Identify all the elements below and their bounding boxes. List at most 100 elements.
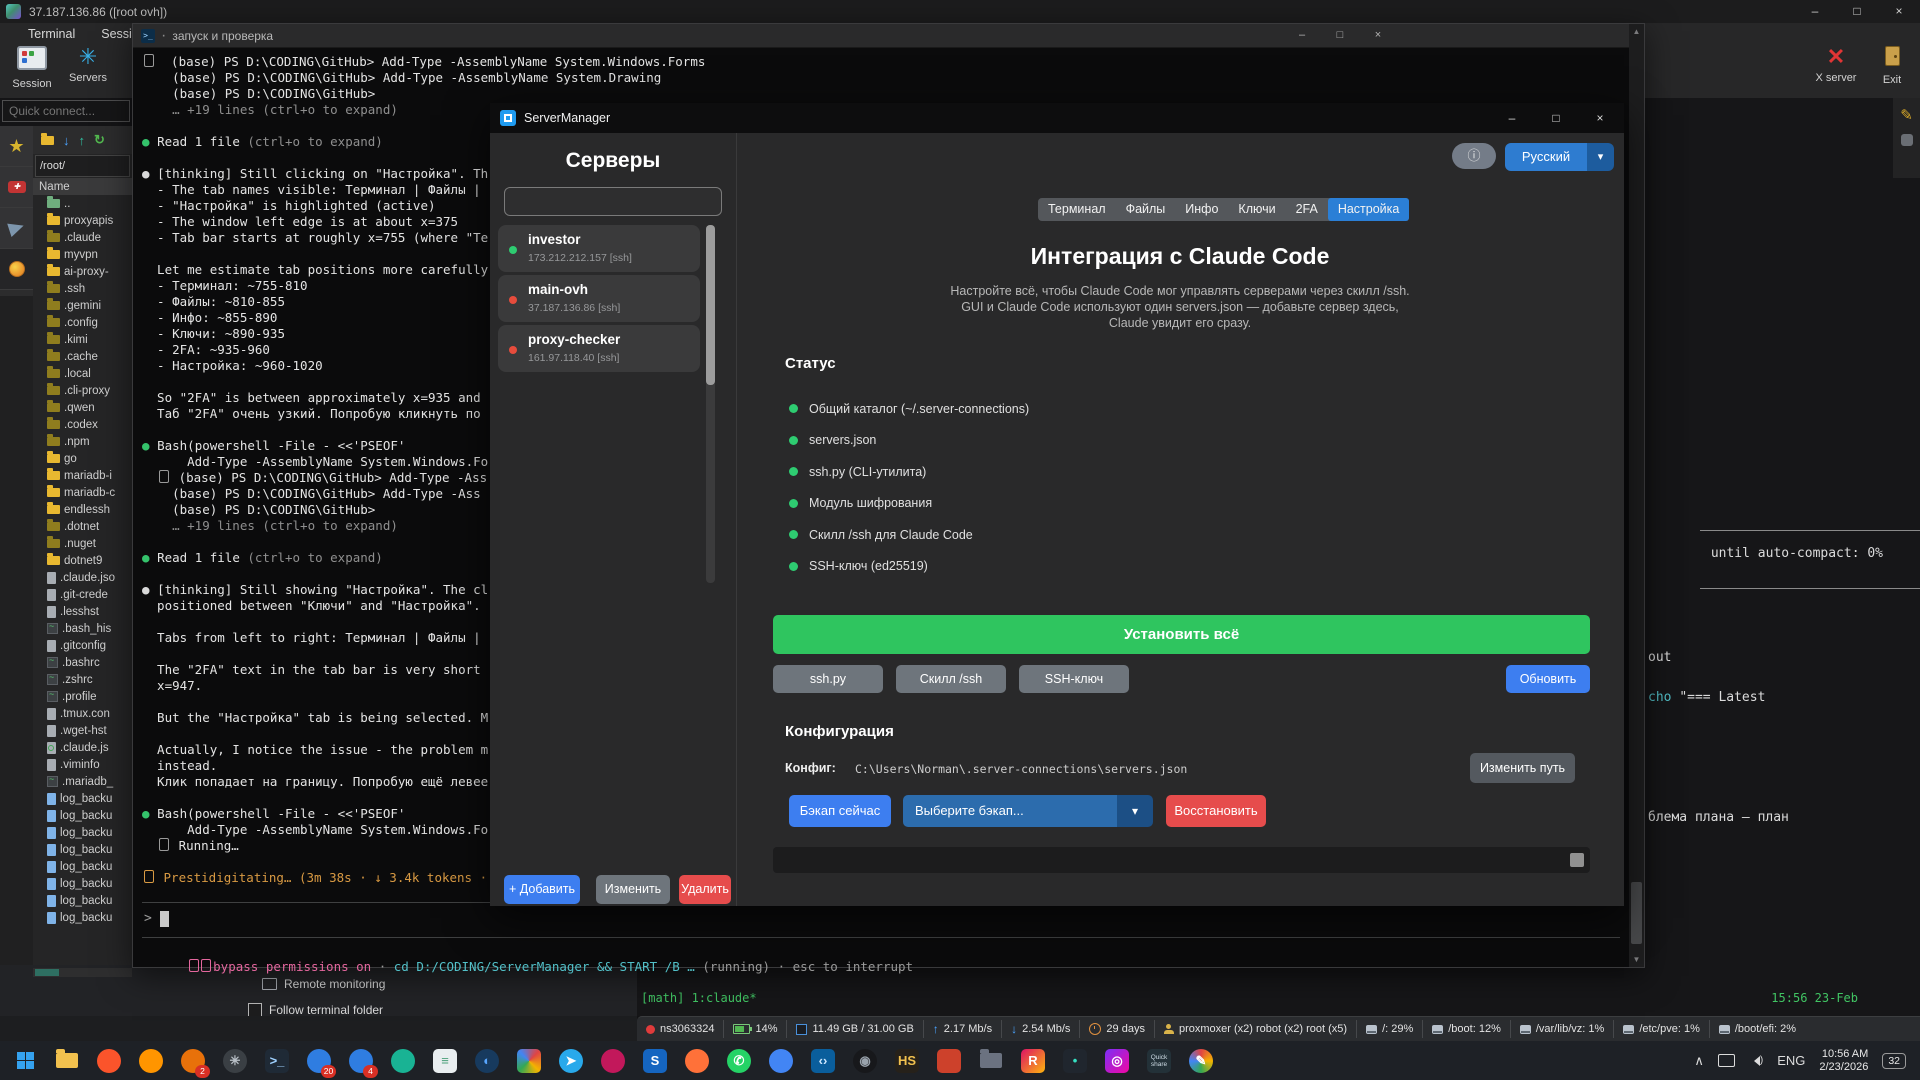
file-row[interactable]: .kimi — [33, 331, 132, 348]
install--ssh-button[interactable]: Скилл /ssh — [896, 665, 1006, 693]
terminal-scrollbar[interactable]: ▲ ▼ — [1629, 24, 1644, 967]
whatsapp-icon[interactable]: ✆ — [724, 1046, 754, 1076]
tab-ключи[interactable]: Ключи — [1228, 198, 1285, 221]
file-row[interactable]: .dotnet — [33, 518, 132, 535]
file-explorer-icon[interactable] — [52, 1046, 82, 1076]
terminal-titlebar[interactable]: >_ · запуск и проверка — [133, 24, 1644, 48]
statusbar-item[interactable]: /var/lib/vz: 1% — [1510, 1020, 1613, 1038]
browser-orange-icon[interactable]: 2 — [178, 1046, 208, 1076]
file-row[interactable]: .gemini — [33, 297, 132, 314]
minimize-icon[interactable]: – — [1490, 103, 1534, 133]
file-row[interactable]: log_backu — [33, 807, 132, 824]
statusbar-item[interactable]: 11.49 GB / 31.00 GB — [786, 1020, 922, 1038]
rider-icon[interactable]: R — [1018, 1046, 1048, 1076]
file-row[interactable]: .tmux.con — [33, 705, 132, 722]
toolbar-session-button[interactable]: Session — [6, 46, 58, 90]
notification-badge[interactable]: 32 — [1882, 1053, 1906, 1069]
file-row[interactable]: endlessh — [33, 501, 132, 518]
telegram-icon[interactable]: ➤ — [556, 1046, 586, 1076]
restore-button[interactable]: Восстановить — [1166, 795, 1266, 827]
sftp-path-field[interactable]: /root/ — [35, 155, 130, 177]
file-row[interactable]: go — [33, 450, 132, 467]
backup-select-dropdown[interactable]: Выберите бэкап... — [903, 795, 1117, 827]
firefox-icon[interactable] — [136, 1046, 166, 1076]
refresh-button[interactable]: Обновить — [1506, 665, 1590, 693]
tray-clock[interactable]: 10:56 AM 2/23/2026 — [1819, 1048, 1868, 1074]
refresh-icon[interactable]: ↻ — [94, 132, 105, 148]
tab-инфо[interactable]: Инфо — [1175, 198, 1228, 221]
file-row[interactable]: log_backu — [33, 790, 132, 807]
file-row[interactable]: .. — [33, 195, 132, 212]
checkbox-icon[interactable] — [248, 1003, 262, 1017]
magenta-app-icon[interactable] — [598, 1046, 628, 1076]
file-row[interactable]: dotnet9 — [33, 552, 132, 569]
statusbar-item[interactable]: proxmoxer (x2) robot (x2) root (x5) — [1154, 1020, 1356, 1038]
server-item-proxy-checker[interactable]: proxy-checker161.97.118.40 [ssh] — [498, 325, 700, 372]
add-server-button[interactable]: + Добавить — [504, 875, 580, 904]
scrollbar-thumb[interactable] — [1570, 853, 1584, 867]
file-row[interactable]: .npm — [33, 433, 132, 450]
tray-language-label[interactable]: ENG — [1777, 1053, 1805, 1068]
close-icon[interactable]: × — [1878, 0, 1920, 23]
statusbar-item[interactable]: 29 days — [1079, 1020, 1154, 1038]
statusbar-item[interactable]: /boot/efi: 2% — [1709, 1020, 1805, 1038]
hearthstone-icon[interactable]: HS — [892, 1046, 922, 1076]
toolbar-xserver-button[interactable]: ✕ X server — [1808, 46, 1864, 84]
file-row[interactable]: .qwen — [33, 399, 132, 416]
file-row[interactable]: .gitconfig — [33, 637, 132, 654]
file-row[interactable]: log_backu — [33, 824, 132, 841]
vscode-icon[interactable]: ‹› — [808, 1046, 838, 1076]
file-row[interactable]: proxyapis — [33, 212, 132, 229]
tray-display-icon[interactable] — [1718, 1054, 1735, 1067]
statusbar-item[interactable]: ↓2.54 Mb/s — [1001, 1020, 1079, 1038]
file-row[interactable]: .claude — [33, 229, 132, 246]
chevron-down-icon[interactable]: ▾ — [1587, 143, 1614, 171]
edit-server-button[interactable]: Изменить — [596, 875, 670, 904]
chrome-icon[interactable] — [766, 1046, 796, 1076]
dark-dot-app-icon[interactable]: • — [1060, 1046, 1090, 1076]
sidebar-tab-sftp[interactable] — [0, 249, 33, 290]
file-row[interactable]: log_backu — [33, 858, 132, 875]
sidebar-tab-sessions[interactable]: ★ — [0, 126, 33, 167]
file-row[interactable]: log_backu — [33, 875, 132, 892]
info-button[interactable]: ⓘ — [1452, 143, 1496, 169]
server-item-main-ovh[interactable]: main-ovh37.187.136.86 [ssh] — [498, 275, 700, 322]
statusbar-item[interactable]: 14% — [723, 1020, 786, 1038]
delete-server-button[interactable]: Удалить — [679, 875, 731, 904]
file-row[interactable]: .wget-hst — [33, 722, 132, 739]
file-row[interactable]: .ssh — [33, 280, 132, 297]
statusbar-item[interactable]: /: 29% — [1356, 1020, 1422, 1038]
install-ssh-py-button[interactable]: ssh.py — [773, 665, 883, 693]
follow-terminal-folder-checkbox[interactable]: Follow terminal folder — [248, 1003, 383, 1017]
upload-icon[interactable]: ↑ — [79, 133, 86, 148]
file-row[interactable]: .viminfo — [33, 756, 132, 773]
gallery-icon[interactable] — [514, 1046, 544, 1076]
quick-connect-input[interactable] — [2, 100, 130, 122]
notepad-icon[interactable]: ≡ — [430, 1046, 460, 1076]
maximize-icon[interactable]: □ — [1534, 103, 1578, 133]
toolbar-exit-button[interactable]: Exit — [1872, 46, 1912, 86]
language-select[interactable]: Русский — [1505, 143, 1587, 171]
file-row[interactable]: .cli-proxy — [33, 382, 132, 399]
file-row[interactable]: .profile — [33, 688, 132, 705]
statusbar-item[interactable]: ns3063324 — [637, 1020, 723, 1038]
file-row[interactable]: mariadb-c — [33, 484, 132, 501]
dark-folder-icon[interactable] — [976, 1046, 1006, 1076]
file-row[interactable]: .codex — [33, 416, 132, 433]
file-row[interactable]: .mariadb_ — [33, 773, 132, 790]
terminal-input-box[interactable]: > — [142, 902, 1620, 938]
start-button[interactable] — [10, 1046, 40, 1076]
chrome-icon-badge-20[interactable]: 20 — [304, 1046, 334, 1076]
file-row[interactable]: .bashrc — [33, 654, 132, 671]
scroll-up-icon[interactable]: ▲ — [1629, 27, 1644, 36]
chevron-down-icon[interactable]: ▾ — [1117, 795, 1153, 827]
install-all-button[interactable]: Установить всё — [773, 615, 1590, 654]
close-icon[interactable]: × — [1578, 103, 1622, 133]
file-row[interactable]: .local — [33, 365, 132, 382]
tray-chevron-up-icon[interactable]: ∧ — [1694, 1053, 1704, 1069]
file-row[interactable]: .config — [33, 314, 132, 331]
file-row[interactable]: mariadb-i — [33, 467, 132, 484]
file-row[interactable]: .git-crede — [33, 586, 132, 603]
file-row[interactable]: .claude.js — [33, 739, 132, 756]
quick-share-icon[interactable]: Quick share — [1144, 1046, 1174, 1076]
